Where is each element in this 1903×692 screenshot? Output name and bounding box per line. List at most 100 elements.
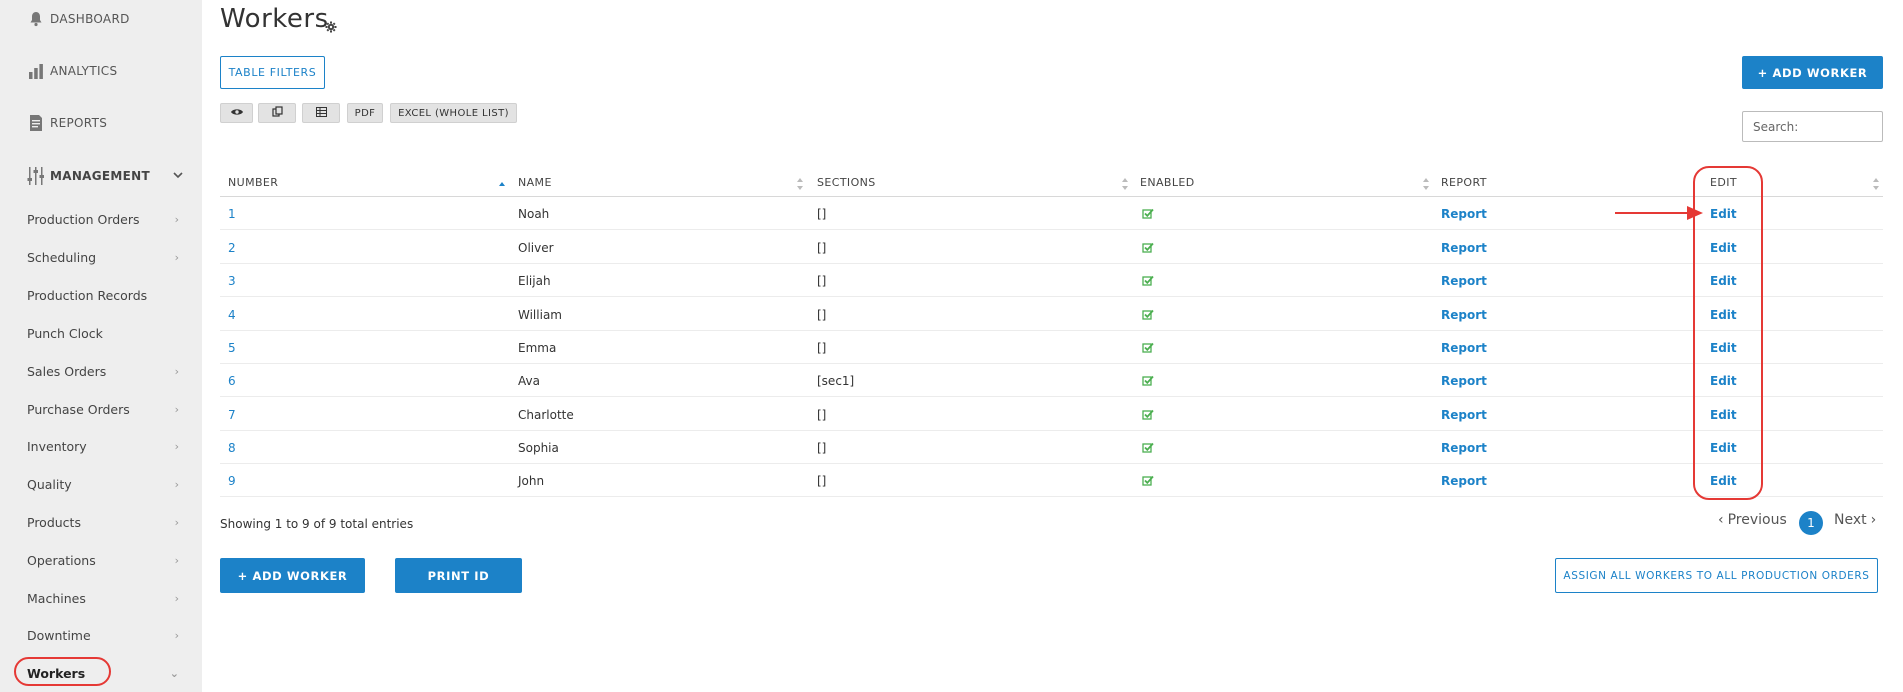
report-link[interactable]: Report — [1441, 207, 1487, 221]
worker-name: Emma — [518, 340, 557, 355]
report-link[interactable]: Report — [1441, 274, 1487, 288]
assign-all-workers-button[interactable]: ASSIGN ALL WORKERS TO ALL PRODUCTION ORD… — [1555, 558, 1878, 593]
sidebar-section-management[interactable]: MANAGEMENT — [26, 165, 184, 187]
arrow-annotation-icon — [1615, 206, 1703, 220]
sidebar-section-label: MANAGEMENT — [50, 169, 150, 183]
pdf-button[interactable]: PDF — [347, 103, 383, 123]
worker-number-link[interactable]: 9 — [228, 474, 236, 488]
check-icon — [1142, 331, 1154, 364]
worker-number-link[interactable]: 3 — [228, 274, 236, 288]
worker-sections: [] — [817, 240, 827, 255]
sidebar-item-label: Downtime — [27, 627, 91, 643]
worker-name: Noah — [518, 206, 550, 221]
highlight-annotation — [14, 657, 111, 686]
column-header-enabled[interactable]: ENABLED — [1140, 168, 1195, 196]
check-icon — [1142, 298, 1154, 331]
report-link[interactable]: Report — [1441, 308, 1487, 322]
table-filters-button[interactable]: TABLE FILTERS — [220, 56, 325, 89]
add-worker-button-top[interactable]: + ADD WORKER — [1742, 56, 1883, 89]
column-header-sections[interactable]: SECTIONS — [817, 168, 876, 196]
worker-sections: [sec1] — [817, 373, 855, 388]
sidebar-item-machines[interactable]: Machines › — [27, 587, 179, 609]
worker-name: Elijah — [518, 273, 551, 288]
report-link[interactable]: Report — [1441, 408, 1487, 422]
chevron-right-icon: › — [174, 403, 179, 416]
check-icon — [1142, 264, 1154, 297]
sidebar-item-sales-orders[interactable]: Sales Orders › — [27, 360, 179, 382]
sidebar-item-label: Purchase Orders — [27, 401, 130, 417]
sidebar-item-label: ANALYTICS — [50, 64, 118, 78]
sidebar-item-label: Machines — [27, 590, 86, 606]
worker-name: Oliver — [518, 240, 554, 255]
chevron-right-icon: › — [174, 516, 179, 529]
sidebar-item-downtime[interactable]: Downtime › — [27, 624, 179, 646]
report-link[interactable]: Report — [1441, 241, 1487, 255]
chevron-right-icon: › — [174, 592, 179, 605]
worker-number-link[interactable]: 5 — [228, 341, 236, 355]
copy-icon — [271, 106, 283, 120]
gear-icon[interactable] — [325, 18, 337, 37]
sidebar-item-production-orders[interactable]: Production Orders › — [27, 208, 179, 230]
worker-number-link[interactable]: 6 — [228, 374, 236, 388]
worker-sections: [] — [817, 307, 827, 322]
sidebar-item-inventory[interactable]: Inventory › — [27, 435, 179, 457]
add-worker-button[interactable]: + ADD WORKER — [220, 558, 365, 593]
sidebar-item-label: Production Records — [27, 287, 148, 303]
sidebar-item-dashboard[interactable]: DASHBOARD — [26, 8, 130, 30]
sidebar-item-quality[interactable]: Quality › — [27, 473, 179, 495]
chevron-down-icon: ⌄ — [169, 667, 179, 680]
column-header-number[interactable]: NUMBER — [228, 168, 278, 196]
sidebar-item-purchase-orders[interactable]: Purchase Orders › — [27, 398, 179, 420]
worker-sections: [] — [817, 440, 827, 455]
sidebar-item-products[interactable]: Products › — [27, 511, 179, 533]
sidebar-item-label: Scheduling — [27, 249, 97, 265]
sort-asc-icon[interactable] — [498, 176, 506, 195]
sidebar-item-production-records[interactable]: Production Records — [27, 284, 179, 306]
worker-number-link[interactable]: 8 — [228, 441, 236, 455]
sidebar-item-analytics[interactable]: ANALYTICS — [26, 60, 117, 82]
sort-icon[interactable] — [1121, 176, 1129, 195]
sort-icon[interactable] — [796, 176, 804, 195]
chevron-right-icon: › — [174, 440, 179, 453]
print-id-button[interactable]: PRINT ID — [395, 558, 522, 593]
sidebar-item-operations[interactable]: Operations › — [27, 549, 179, 571]
report-link[interactable]: Report — [1441, 441, 1487, 455]
search-input[interactable] — [1742, 111, 1883, 142]
report-link[interactable]: Report — [1441, 341, 1487, 355]
sidebar-item-label: Inventory — [27, 438, 87, 454]
sidebar-item-label: REPORTS — [50, 116, 108, 130]
column-header-name[interactable]: NAME — [518, 168, 552, 196]
worker-number-link[interactable]: 2 — [228, 241, 236, 255]
csv-icon — [315, 106, 327, 120]
worker-name: Ava — [518, 373, 540, 388]
pagination-next[interactable]: Next › — [1834, 512, 1876, 528]
worker-sections: [] — [817, 206, 827, 221]
table-row: 3 Elijah [] Report Edit — [220, 264, 1883, 297]
report-link[interactable]: Report — [1441, 374, 1487, 388]
pagination-current-page[interactable]: 1 — [1799, 511, 1823, 535]
check-icon — [1142, 431, 1154, 464]
check-icon — [1142, 398, 1154, 431]
next-label: Next — [1834, 512, 1867, 528]
sidebar-item-punch-clock[interactable]: Punch Clock — [27, 322, 179, 344]
column-visibility-button[interactable] — [220, 103, 253, 123]
sidebar-item-scheduling[interactable]: Scheduling › — [27, 246, 179, 268]
sort-icon[interactable] — [1422, 176, 1430, 195]
entries-summary: Showing 1 to 9 of 9 total entries — [220, 517, 414, 531]
worker-sections: [] — [817, 273, 827, 288]
worker-name: William — [518, 307, 562, 322]
sort-icon[interactable] — [1872, 176, 1880, 195]
table-row: 8 Sophia [] Report Edit — [220, 431, 1883, 464]
sidebar-item-reports[interactable]: REPORTS — [26, 112, 107, 134]
worker-number-link[interactable]: 4 — [228, 308, 236, 322]
check-icon — [1142, 231, 1154, 264]
report-link[interactable]: Report — [1441, 474, 1487, 488]
pagination-previous[interactable]: ‹ Previous — [1718, 512, 1787, 528]
worker-number-link[interactable]: 1 — [228, 207, 236, 221]
worker-name: Sophia — [518, 440, 559, 455]
csv-button[interactable] — [302, 103, 340, 123]
worker-number-link[interactable]: 7 — [228, 408, 236, 422]
excel-button[interactable]: EXCEL (WHOLE LIST) — [390, 103, 517, 123]
chevron-right-icon: › — [174, 213, 179, 226]
copy-button[interactable] — [258, 103, 296, 123]
